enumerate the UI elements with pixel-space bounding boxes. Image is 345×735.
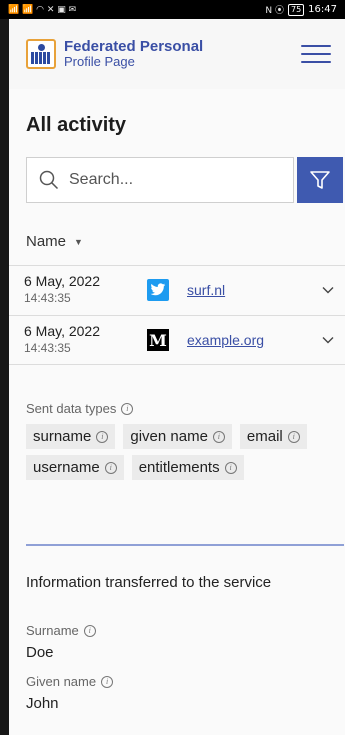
sort-caret-icon: ▼: [74, 236, 83, 247]
data-type-chip: given name i: [123, 424, 232, 449]
chip-label: surname: [33, 428, 92, 445]
app-header: Federated Personal Profile Page: [9, 19, 345, 89]
table-row[interactable]: 6 May, 2022 14:43:35 M example.org: [9, 315, 345, 365]
sent-label-text: Sent data types: [26, 401, 117, 416]
data-type-chip: email i: [239, 424, 307, 449]
row-timestamp: 6 May, 2022 14:43:35: [24, 273, 100, 306]
row-date: 6 May, 2022: [24, 273, 101, 289]
chevron-down-icon[interactable]: [321, 283, 335, 297]
search-icon: [39, 170, 59, 190]
page-title: All activity: [26, 114, 127, 136]
info-icon[interactable]: i: [101, 675, 114, 688]
chip-label: username: [33, 459, 100, 476]
section-title: Information transferred to the service: [26, 574, 272, 591]
field-surname: Surname i Doe: [26, 623, 96, 661]
info-icon[interactable]: i: [224, 461, 237, 474]
filter-button[interactable]: [297, 157, 343, 203]
field-label: Surname i: [26, 623, 96, 638]
chevron-down-icon[interactable]: [321, 333, 335, 347]
battery-icon: 75: [287, 3, 305, 16]
status-icons: N ⦿: [265, 6, 284, 16]
column-header-label: Name: [26, 233, 67, 250]
clock: 16:47: [308, 4, 337, 15]
data-type-chip: entitlements i: [131, 455, 244, 480]
table-row[interactable]: 6 May, 2022 14:43:35 surf.nl: [9, 265, 345, 315]
search-input[interactable]: [69, 171, 269, 189]
chip-label: email: [246, 428, 283, 445]
chip-label: entitlements: [138, 459, 220, 476]
signal-icons: 📶 📶 ◠ ✕ ▣ ✉: [8, 4, 77, 15]
field-label-text: Surname: [26, 623, 79, 638]
service-link[interactable]: surf.nl: [187, 282, 225, 298]
sent-data-types-label: Sent data types i: [26, 401, 344, 416]
status-bar: 📶 📶 ◠ ✕ ▣ ✉ N ⦿ 75 16:47: [0, 0, 345, 19]
info-icon[interactable]: i: [96, 430, 109, 443]
field-label-text: Given name: [26, 674, 97, 689]
filter-icon: [310, 171, 330, 189]
search-box[interactable]: [26, 157, 294, 203]
app-subtitle: Profile Page: [64, 54, 135, 70]
twitter-icon: [147, 279, 169, 301]
row-date: 6 May, 2022: [24, 323, 101, 339]
status-bar-left: 📶 📶 ◠ ✕ ▣ ✉: [8, 5, 76, 15]
field-given-name: Given name i John: [26, 674, 114, 712]
field-value: Doe: [26, 644, 54, 661]
main-content: All activity Name ▼ 6 May, 2022 14:43:35…: [9, 89, 345, 735]
data-type-chips: surname i given name i email i username i en…: [26, 424, 326, 480]
field-label: Given name i: [26, 674, 114, 689]
brand[interactable]: Federated Personal Profile Page: [26, 39, 203, 69]
info-icon[interactable]: i: [83, 624, 96, 637]
row-time: 14:43:35: [24, 290, 71, 305]
status-bar-right: N ⦿ 75 16:47: [265, 3, 337, 16]
row-time: 14:43:35: [24, 340, 71, 355]
info-icon[interactable]: i: [287, 430, 300, 443]
info-icon[interactable]: i: [104, 461, 117, 474]
menu-icon[interactable]: [301, 45, 331, 63]
data-type-chip: surname i: [26, 424, 116, 449]
section-divider: [26, 544, 344, 546]
app-title: Federated Personal: [64, 38, 204, 56]
name-column-header[interactable]: Name ▼: [26, 233, 83, 250]
info-icon[interactable]: i: [212, 430, 225, 443]
chip-label: given name: [130, 428, 208, 445]
data-type-chip: username i: [26, 455, 124, 480]
info-icon[interactable]: i: [121, 402, 134, 415]
row-timestamp: 6 May, 2022 14:43:35: [24, 323, 100, 356]
service-link[interactable]: example.org: [187, 332, 264, 348]
medium-icon: M: [147, 329, 169, 351]
field-value: John: [26, 695, 59, 712]
logo-icon: [26, 39, 56, 69]
row-details: Sent data types i surname i given name i e…: [26, 401, 344, 480]
